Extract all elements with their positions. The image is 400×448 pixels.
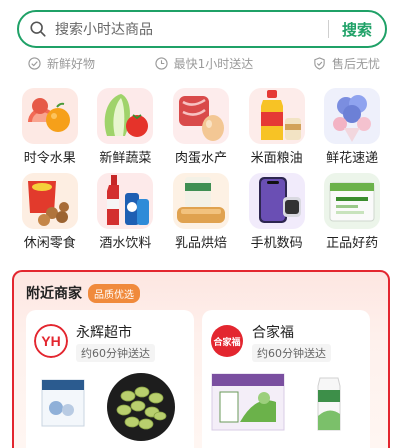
category-grid: 时令水果 新鲜蔬菜 肉蛋水产 米面粮油 鲜花速递 休闲零食 酒水饮料 乳品烘焙 …: [12, 88, 390, 260]
category-genuine-medicine[interactable]: 正品好药: [314, 173, 390, 260]
category-leisure-snacks[interactable]: 休闲零食: [12, 173, 88, 260]
category-label: 乳品烘焙: [174, 236, 227, 251]
category-phone-digital[interactable]: 手机数码: [239, 173, 315, 260]
category-fresh-vegetables[interactable]: 新鲜蔬菜: [88, 88, 164, 173]
check-circle-icon: [28, 56, 41, 70]
service-guarantees: 新鲜好物 最快1小时送达 售后无忧: [28, 54, 380, 72]
snack-icon: [21, 173, 78, 229]
logo-text: YH: [41, 333, 60, 349]
category-label: 新鲜蔬菜: [99, 151, 152, 166]
category-meat-eggs-seafood[interactable]: 肉蛋水产: [163, 88, 239, 173]
category-label: 时令水果: [23, 151, 76, 166]
search-icon: [30, 21, 46, 37]
shield-check-icon: [314, 56, 325, 70]
meat-egg-icon: [172, 88, 229, 144]
search-bar[interactable]: 搜索小时达商品 搜索: [17, 10, 387, 48]
category-label: 米面粮油: [250, 151, 303, 166]
dairy-bakery-icon: [172, 173, 229, 229]
product-image[interactable]: [314, 376, 344, 432]
store-name: 合家福: [252, 325, 294, 341]
product-image[interactable]: [106, 372, 176, 442]
store-card-hejiafu[interactable]: 合家福 合家福 约60分钟送达: [202, 310, 370, 448]
product-image[interactable]: [40, 378, 86, 428]
search-input[interactable]: 搜索小时达商品: [55, 19, 328, 39]
category-rice-flour-oil[interactable]: 米面粮油: [239, 88, 315, 173]
logo-text: 合家福: [213, 336, 240, 348]
category-label: 酒水饮料: [99, 236, 152, 251]
category-label: 手机数码: [250, 236, 303, 251]
nearby-merchants-section: 附近商家 品质优选 YH 永辉超市 约60分钟送达 合家福 合家福 约60分钟送…: [12, 270, 390, 448]
delivery-eta: 约60分钟送达: [76, 344, 155, 362]
guarantee-fast-delivery: 最快1小时送达: [155, 55, 254, 72]
category-drinks[interactable]: 酒水饮料: [88, 173, 164, 260]
section-title: 附近商家: [26, 286, 82, 302]
clock-icon: [155, 56, 168, 70]
phone-digital-icon: [248, 173, 305, 229]
guarantee-label: 售后无忧: [331, 56, 380, 71]
drinks-icon: [97, 173, 154, 229]
fruit-icon: [21, 88, 78, 144]
search-button[interactable]: 搜索: [329, 19, 385, 40]
nearby-header: 附近商家 品质优选: [26, 283, 140, 303]
category-label: 鲜花速递: [326, 151, 379, 166]
store-name: 永辉超市: [76, 325, 132, 341]
category-flower-delivery[interactable]: 鲜花速递: [314, 88, 390, 173]
guarantee-label: 最快1小时送达: [173, 56, 254, 71]
vegetable-icon: [97, 88, 154, 144]
yonghui-logo: YH: [34, 324, 68, 358]
hejiafu-logo: 合家福: [211, 325, 243, 357]
grain-oil-icon: [248, 88, 305, 144]
flower-icon: [324, 88, 381, 144]
guarantee-label: 新鲜好物: [47, 56, 96, 71]
product-image[interactable]: [210, 372, 286, 432]
quality-badge: 品质优选: [88, 283, 140, 303]
medicine-icon: [324, 173, 381, 229]
guarantee-fresh: 新鲜好物: [28, 55, 95, 72]
category-label: 肉蛋水产: [174, 151, 227, 166]
delivery-eta: 约60分钟送达: [252, 344, 331, 362]
category-label: 正品好药: [326, 236, 379, 251]
category-dairy-bakery[interactable]: 乳品烘焙: [163, 173, 239, 260]
category-seasonal-fruit[interactable]: 时令水果: [12, 88, 88, 173]
store-card-yonghui[interactable]: YH 永辉超市 约60分钟送达: [26, 310, 194, 448]
guarantee-after-sales: 售后无忧: [313, 55, 380, 72]
category-label: 休闲零食: [23, 236, 76, 251]
